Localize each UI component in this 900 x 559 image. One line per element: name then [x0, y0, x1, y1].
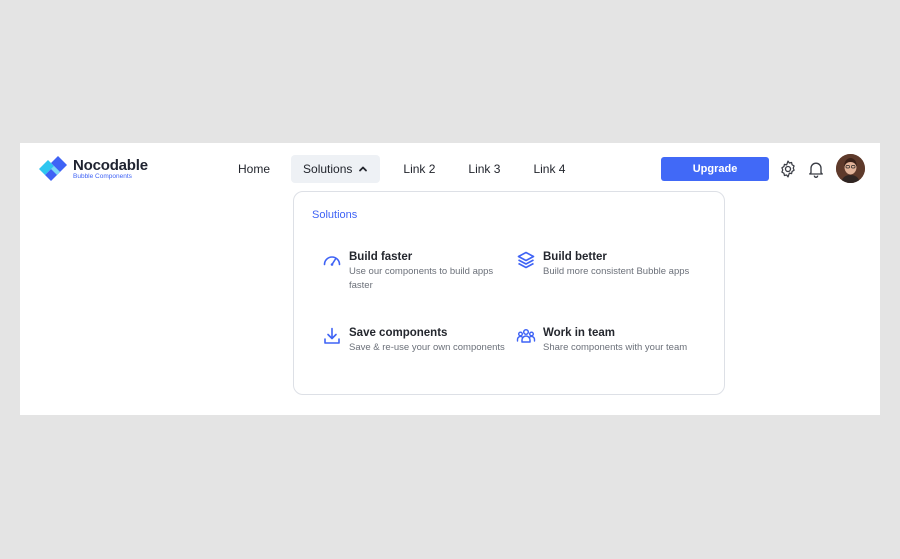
- solution-title: Work in team: [543, 327, 615, 339]
- solution-title: Build better: [543, 251, 607, 263]
- header-panel: Nocodable Bubble Components Home Solutio…: [20, 143, 880, 415]
- nav-item-label: Link 3: [468, 162, 501, 176]
- chevron-up-icon: [359, 166, 368, 172]
- nocodable-logo-icon: [39, 156, 67, 181]
- bell-icon[interactable]: [806, 159, 826, 179]
- nav-item-label: Home: [238, 162, 271, 176]
- nav-item-link-4[interactable]: Link 4: [521, 155, 577, 183]
- gear-icon[interactable]: [778, 159, 798, 179]
- upgrade-button[interactable]: Upgrade: [661, 157, 769, 181]
- solution-description: Share components with your team: [543, 342, 688, 353]
- team-icon: [516, 328, 536, 343]
- solution-description: Build more consistent Bubble apps: [543, 266, 690, 277]
- nav-item-link-2[interactable]: Link 2: [391, 155, 447, 183]
- nav-item-label: Link 2: [403, 162, 436, 176]
- solution-title: Save components: [349, 327, 448, 339]
- solution-description: Use our components to build apps faster: [349, 266, 494, 291]
- nav-item-link-3[interactable]: Link 3: [456, 155, 512, 183]
- dropdown-title: Solutions: [312, 209, 358, 221]
- avatar-photo: [836, 154, 865, 183]
- brand-tagline: Bubble Components: [73, 172, 132, 180]
- solution-title: Build faster: [349, 251, 413, 263]
- nav-item-home[interactable]: Home: [226, 155, 282, 183]
- nav-item-label: Link 4: [533, 162, 566, 176]
- brand-logo[interactable]: Nocodable Bubble Components: [37, 156, 148, 182]
- download-icon: [324, 327, 340, 344]
- nav-item-label: Solutions: [303, 162, 353, 176]
- layers-icon: [517, 251, 535, 269]
- nav-item-solutions[interactable]: Solutions: [291, 155, 381, 183]
- user-avatar[interactable]: [836, 154, 865, 183]
- brand-name: Nocodable: [73, 156, 148, 174]
- main-nav: Home Solutions Link 2 Link 3 Link 4: [226, 155, 586, 183]
- solution-description: Save & re-use your own components: [349, 342, 505, 353]
- speedometer-icon: [323, 256, 341, 266]
- solutions-dropdown: Solutions Build faster Use our component…: [293, 191, 725, 395]
